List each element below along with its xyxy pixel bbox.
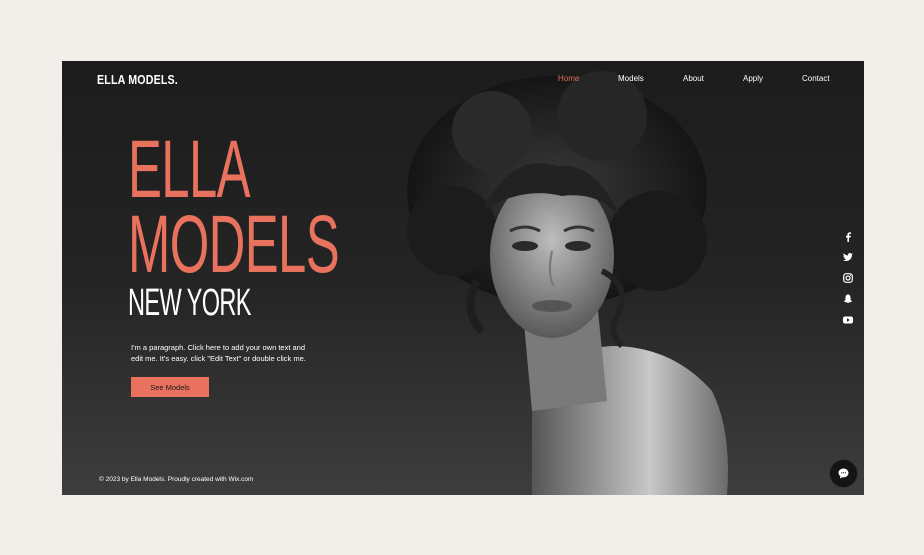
facebook-icon[interactable]: [842, 231, 854, 243]
footer-copyright: © 2023 by Ella Models. Proudly created w…: [99, 476, 254, 483]
nav-about[interactable]: About: [683, 74, 704, 83]
main-nav: Home Models About Apply Contact: [62, 74, 864, 88]
instagram-icon[interactable]: [842, 272, 854, 284]
nav-contact[interactable]: Contact: [802, 74, 830, 83]
site-frame: ELLA MODELS. Home Models About Apply Con…: [62, 61, 864, 495]
hero-paragraph: I'm a paragraph. Click here to add your …: [131, 342, 306, 364]
nav-apply[interactable]: Apply: [743, 74, 763, 83]
see-models-button[interactable]: See Models: [131, 377, 209, 397]
nav-home[interactable]: Home: [558, 74, 579, 83]
snapchat-icon[interactable]: [842, 293, 854, 305]
hero-subtitle: NEW YORK: [128, 282, 252, 324]
hero-title-line2: MODELS: [128, 199, 340, 290]
youtube-icon[interactable]: [842, 314, 854, 326]
chat-button[interactable]: [829, 459, 858, 488]
model-portrait-image: [407, 71, 728, 495]
twitter-icon[interactable]: [842, 251, 854, 263]
nav-models[interactable]: Models: [618, 74, 644, 83]
chat-bubble-icon: [838, 468, 849, 479]
